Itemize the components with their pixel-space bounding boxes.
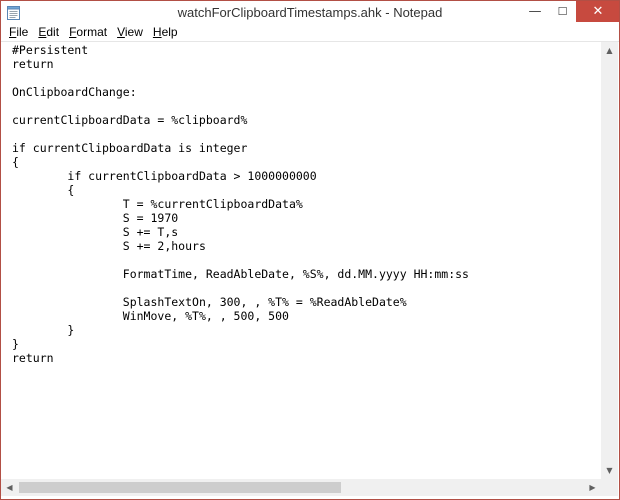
minimize-button[interactable]: — (521, 1, 549, 22)
title-bar[interactable]: watchForClipboardTimestamps.ahk - Notepa… (1, 1, 619, 24)
scroll-left-icon[interactable]: ◀ (1, 479, 18, 496)
menu-edit[interactable]: Edit (34, 24, 63, 41)
menu-view[interactable]: View (113, 24, 147, 41)
close-button[interactable]: ✕ (576, 1, 619, 22)
maximize-button[interactable]: ☐ (549, 1, 576, 22)
minimize-icon: — (528, 4, 542, 19)
scroll-up-icon[interactable]: ▲ (601, 42, 618, 59)
maximize-icon: ☐ (557, 5, 568, 18)
menu-file[interactable]: File (5, 24, 32, 41)
menu-bar: File Edit Format View Help (1, 24, 619, 42)
scroll-down-icon[interactable]: ▼ (601, 462, 618, 479)
text-editor[interactable]: #Persistent return OnClipboardChange: cu… (1, 42, 601, 479)
menu-help[interactable]: Help (149, 24, 182, 41)
horizontal-scrollbar[interactable]: ◀ ▶ (1, 479, 601, 496)
horizontal-scroll-thumb[interactable] (19, 482, 341, 493)
vertical-scrollbar[interactable]: ▲ ▼ (601, 42, 618, 479)
notepad-window: watchForClipboardTimestamps.ahk - Notepa… (0, 0, 620, 500)
scroll-right-icon[interactable]: ▶ (584, 479, 601, 496)
editor-content[interactable]: #Persistent return OnClipboardChange: cu… (12, 43, 469, 365)
scrollbar-corner (601, 479, 618, 496)
close-icon: ✕ (592, 4, 604, 19)
menu-format[interactable]: Format (65, 24, 111, 41)
